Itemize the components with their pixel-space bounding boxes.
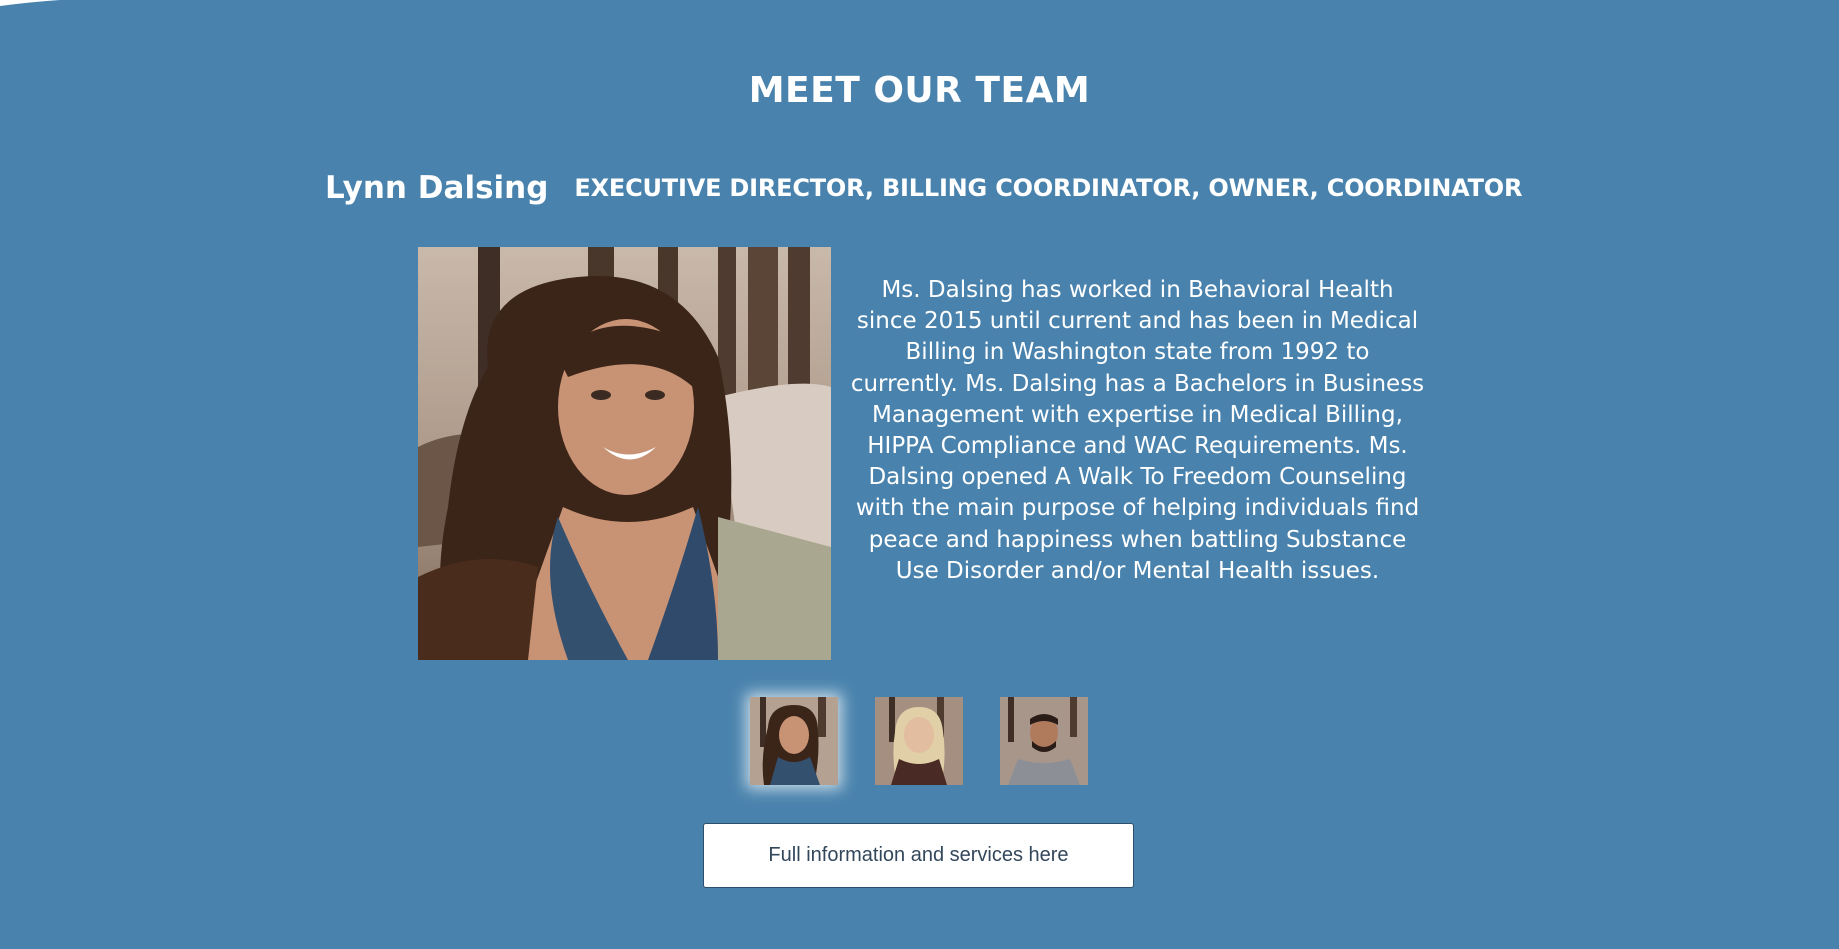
thumbnail-team-member-3[interactable] [1000,697,1088,785]
team-thumbnails [750,697,1088,785]
member-name: Lynn Dalsing [325,170,549,206]
top-wave-decoration [0,0,60,6]
member-role: EXECUTIVE DIRECTOR, BILLING COORDINATOR,… [574,174,1523,202]
full-information-button[interactable]: Full information and services here [703,823,1134,888]
section-title: MEET OUR TEAM [748,70,1091,111]
member-heading: Lynn Dalsing EXECUTIVE DIRECTOR, BILLING… [325,170,1555,206]
member-portrait [418,247,831,660]
thumbnail-team-member-2[interactable] [875,697,963,785]
member-bio: Ms. Dalsing has worked in Behavioral Hea… [850,277,1425,584]
thumbnail-lynn-dalsing[interactable] [750,697,838,785]
